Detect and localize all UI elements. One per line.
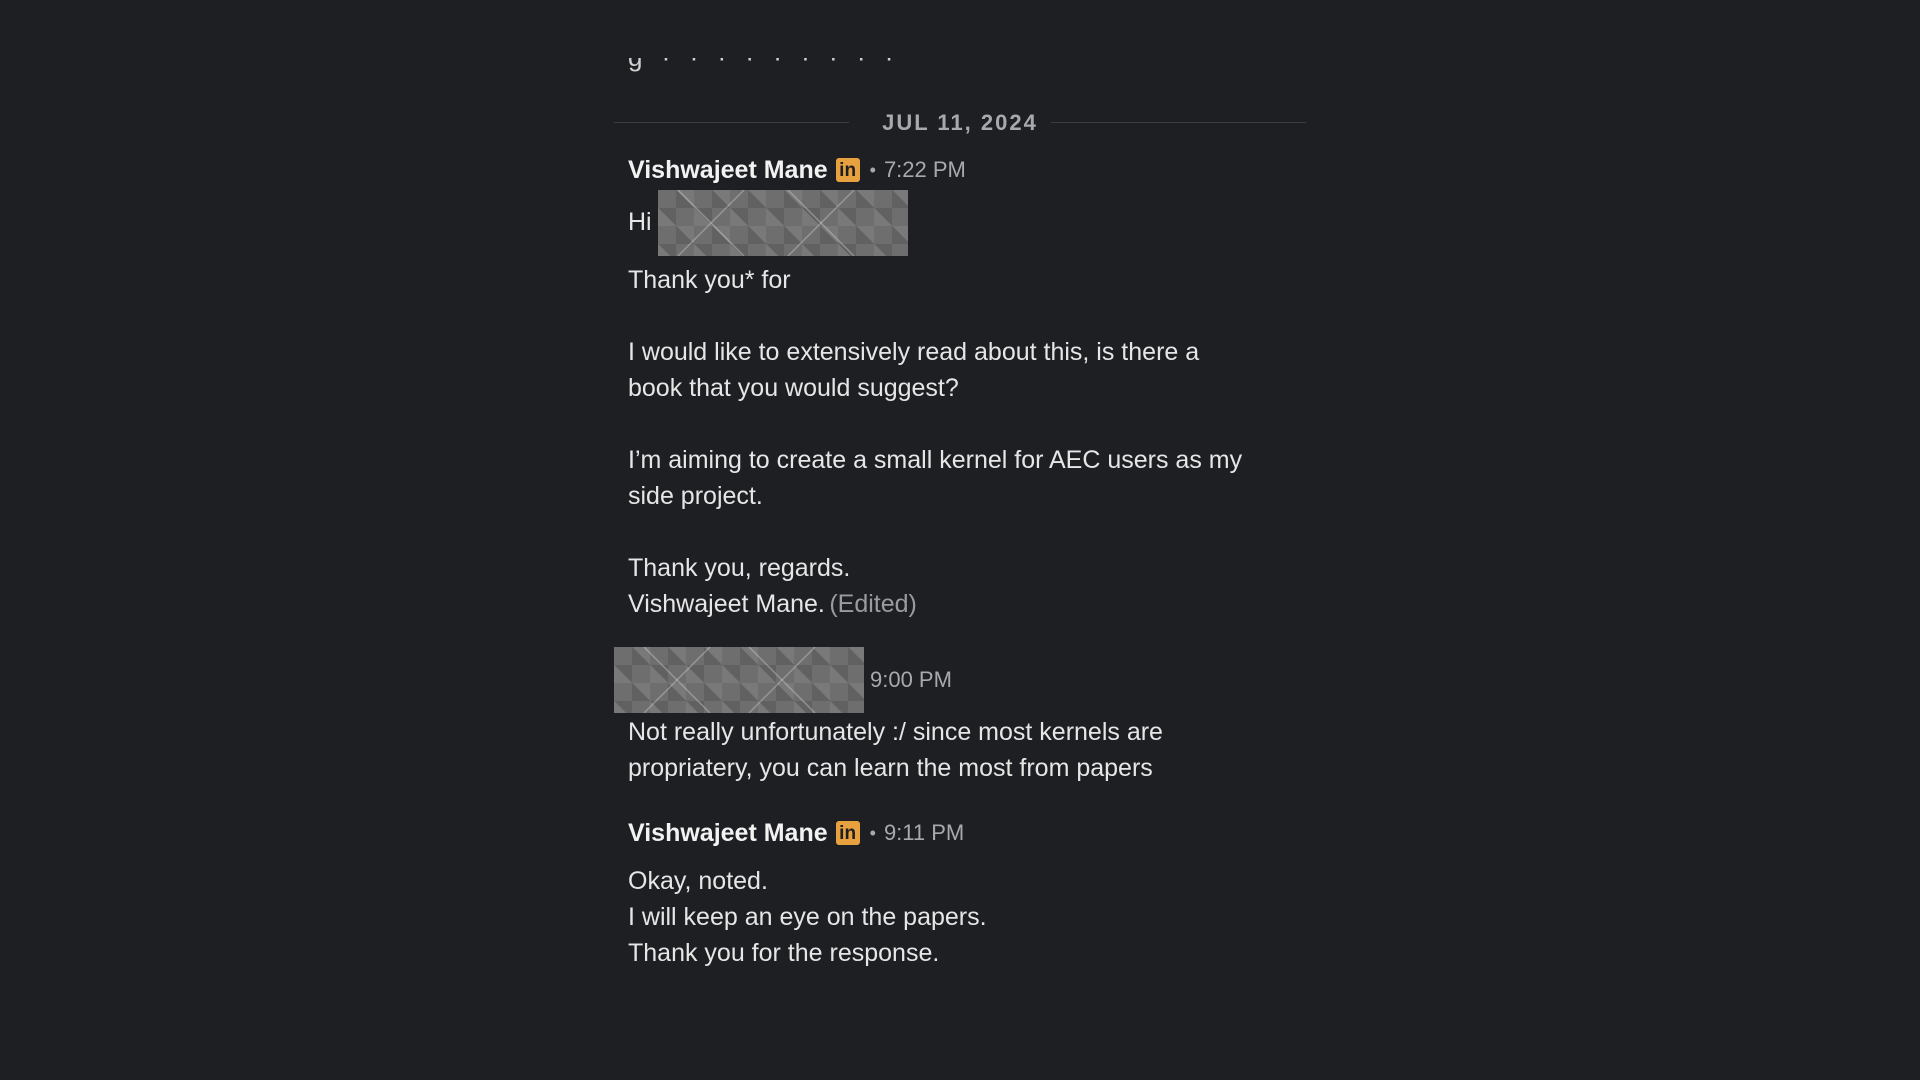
edited-label: (Edited): [829, 590, 917, 618]
message-timestamp: 9:00 PM: [870, 667, 952, 692]
message-paragraph: I’m aiming to create a small kernel for …: [628, 446, 1243, 510]
message-greeting: Hi: [628, 190, 1288, 256]
sender-name[interactable]: Vishwajeet Mane: [628, 156, 828, 185]
conversation-view: g · · · · · · · · · JUL 11, 2024 Vishwaj…: [0, 0, 1920, 1080]
separator-dot: •: [869, 159, 876, 180]
message-group: Vishwajeet Mane in • 9:11 PM Okay, noted…: [628, 815, 1288, 971]
date-divider: JUL 11, 2024: [614, 108, 1306, 138]
cropped-previous-line: g · · · · · · · · ·: [628, 58, 948, 88]
divider-line-right: [1051, 122, 1306, 123]
message-paragraph: Thank you, regards. Vishwajeet Mane.: [628, 554, 851, 618]
message-paragraph: I would like to extensively read about t…: [628, 338, 1200, 402]
message-signoff: Thank you, regards. Vishwajeet Mane. (Ed…: [628, 550, 1288, 622]
date-label: JUL 11, 2024: [882, 110, 1038, 135]
message-header: Vishwajeet Mane in • 9:11 PM: [628, 815, 1288, 851]
redacted-name-image: [657, 190, 908, 256]
message-body: Okay, noted. I will keep an eye on the p…: [628, 867, 987, 967]
separator-dot: •: [869, 822, 876, 843]
message-timestamp: 7:22 PM: [883, 157, 966, 182]
linkedin-icon[interactable]: in: [835, 158, 860, 182]
message-group: Not really unfortunately :/ since most k…: [628, 714, 1288, 786]
greeting-text: Hi: [628, 208, 652, 236]
message-timestamp: 9:11 PM: [883, 820, 965, 845]
message-body: Not really unfortunately :/ since most k…: [628, 718, 1163, 782]
message-header: 9:00 PM: [614, 647, 952, 713]
message-paragraph: Thank you* for: [628, 266, 791, 294]
linkedin-icon[interactable]: in: [835, 821, 860, 845]
message-group: Vishwajeet Mane in • 7:22 PM Hi Thank yo…: [628, 152, 1288, 622]
message-header: Vishwajeet Mane in • 7:22 PM: [628, 152, 1288, 188]
redacted-sender-image: [614, 647, 864, 713]
sender-name[interactable]: Vishwajeet Mane: [628, 819, 828, 848]
